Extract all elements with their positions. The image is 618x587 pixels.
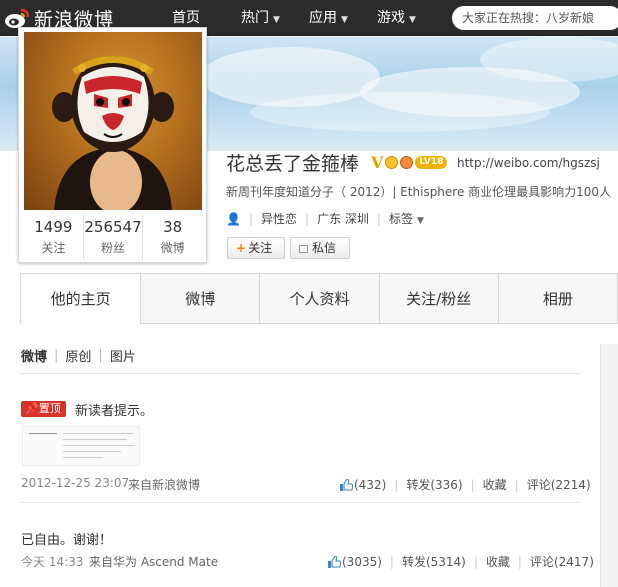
thumbs-up-icon <box>328 555 341 568</box>
stat-weibo[interactable]: 38 微博 <box>143 214 202 260</box>
repost-button[interactable]: 转发(5314) <box>402 553 466 570</box>
person-icon: 👤 <box>226 211 241 226</box>
nav-home-label: 首页 <box>172 10 200 26</box>
subnav-weibo[interactable]: 微博 <box>21 346 47 365</box>
feed-subnav: 微博 | 原创 | 图片 <box>21 346 136 365</box>
tags-dropdown[interactable]: 标签 ▼ <box>389 210 424 227</box>
stat-followers-value: 256547 <box>84 218 142 236</box>
thumbs-up-icon <box>340 478 353 491</box>
crown-medal-icon[interactable] <box>385 156 399 169</box>
message-button[interactable]: 私信 <box>290 237 350 259</box>
profile-location: 广东 深圳 <box>317 212 369 226</box>
like-button[interactable]: (3035) <box>328 555 382 569</box>
divider <box>20 373 580 374</box>
comment-button[interactable]: 评论(2417) <box>530 553 594 570</box>
profile-name: 花总丢了金箍棒 <box>226 153 360 175</box>
search-input[interactable]: 大家正在热搜：八岁新娘 <box>452 6 618 30</box>
favorite-button[interactable]: 收藏 <box>486 553 510 570</box>
profile-stats: 1499 关注 256547 粉丝 38 微博 <box>24 214 202 260</box>
post-timestamp[interactable]: 今天 14:33 <box>21 553 83 570</box>
chevron-down-icon: ▼ <box>341 15 348 25</box>
divider: | <box>376 211 381 226</box>
right-sidebar <box>600 344 618 587</box>
post-timestamp[interactable]: 2012-12-25 23:07 <box>21 476 129 490</box>
pinned-label: 置顶 <box>38 402 61 415</box>
nav-games[interactable]: 游戏 ▼ <box>377 0 416 36</box>
mail-icon <box>299 245 308 253</box>
profile-orientation: 异性恋 <box>261 212 298 226</box>
profile-bio: 新周刊年度知道分子（ 2012）| Ethisphere 商业伦理最具影响力10… <box>226 185 618 199</box>
tab-follow-fans[interactable]: 关注/粉丝 <box>378 274 498 324</box>
heart-medal-icon[interactable] <box>400 156 414 169</box>
post-image-thumbnail[interactable] <box>22 426 140 466</box>
divider: | <box>98 348 103 363</box>
nav-hot-label: 热门 <box>241 10 269 26</box>
divider: | <box>517 554 522 569</box>
divider: | <box>54 348 59 363</box>
nav-apps-label: 应用 <box>309 10 337 26</box>
stat-weibo-value: 38 <box>163 218 183 236</box>
chevron-down-icon: ▼ <box>273 15 280 25</box>
avatar[interactable] <box>24 32 202 210</box>
verified-v-icon[interactable]: V <box>371 153 383 172</box>
message-button-label: 私信 <box>312 241 337 255</box>
subnav-pictures[interactable]: 图片 <box>110 346 136 365</box>
divider: | <box>305 211 310 226</box>
divider: | <box>394 477 399 492</box>
stat-weibo-label: 微博 <box>160 241 185 255</box>
nav-hot[interactable]: 热门 ▼ <box>241 0 280 36</box>
plus-icon: + <box>236 241 247 255</box>
nav-games-label: 游戏 <box>377 10 405 26</box>
divider: | <box>470 477 475 492</box>
search-placeholder: 大家正在热搜：八岁新娘 <box>462 11 595 25</box>
stat-followers[interactable]: 256547 粉丝 <box>84 214 144 260</box>
post-actions: (3035) | 转发(5314) | 收藏 | 评论(2417) <box>328 553 594 570</box>
weibo-eye-icon <box>5 8 30 28</box>
level-badge[interactable]: LV18 <box>415 156 448 169</box>
tab-profile-info[interactable]: 个人资料 <box>259 274 378 324</box>
divider <box>20 502 580 503</box>
like-button[interactable]: (432) <box>340 478 386 492</box>
favorite-button[interactable]: 收藏 <box>483 476 507 493</box>
divider: | <box>514 477 519 492</box>
stat-following-label: 关注 <box>41 241 66 255</box>
post-text: 新读者提示。 <box>75 404 154 419</box>
follow-button-label: 关注 <box>248 241 273 255</box>
post-actions: (432) | 转发(336) | 收藏 | 评论(2214) <box>340 476 591 493</box>
post-source[interactable]: 来自新浪微博 <box>128 476 200 493</box>
profile-meta: 👤 | 异性恋 | 广东 深圳 | 标签 ▼ <box>226 210 424 227</box>
post-source[interactable]: 来自华为 Ascend Mate <box>89 553 218 570</box>
like-count: (432) <box>354 477 387 492</box>
monkey-king-avatar-icon <box>52 56 174 210</box>
tags-label: 标签 <box>388 212 413 226</box>
profile-tabs: 他的主页 微博 个人资料 关注/粉丝 相册 <box>20 273 618 325</box>
repost-button[interactable]: 转发(336) <box>406 476 462 493</box>
chevron-down-icon: ▼ <box>409 15 416 25</box>
tab-weibo[interactable]: 微博 <box>140 274 259 324</box>
pinned-badge: 📌置顶 <box>21 401 66 417</box>
profile-badges: V LV18 <box>371 153 448 172</box>
comment-button[interactable]: 评论(2214) <box>527 476 591 493</box>
nav-apps[interactable]: 应用 ▼ <box>309 0 348 36</box>
subnav-original[interactable]: 原创 <box>65 346 91 365</box>
tab-home[interactable]: 他的主页 <box>21 274 141 325</box>
profile-url[interactable]: http://weibo.com/hgszsj <box>457 156 600 170</box>
chevron-down-icon: ▼ <box>416 216 424 226</box>
follow-button[interactable]: + 关注 <box>227 237 285 259</box>
stat-following-value: 1499 <box>34 218 73 236</box>
divider: | <box>248 211 253 226</box>
divider: | <box>473 554 478 569</box>
divider: | <box>389 554 394 569</box>
like-count: (3035) <box>342 554 382 569</box>
tab-album[interactable]: 相册 <box>497 274 617 324</box>
stat-following[interactable]: 1499 关注 <box>24 214 84 260</box>
avatar-card: 1499 关注 256547 粉丝 38 微博 <box>18 27 207 263</box>
stat-followers-label: 粉丝 <box>101 241 126 255</box>
post-text: 已自由。谢谢！ <box>21 533 113 548</box>
